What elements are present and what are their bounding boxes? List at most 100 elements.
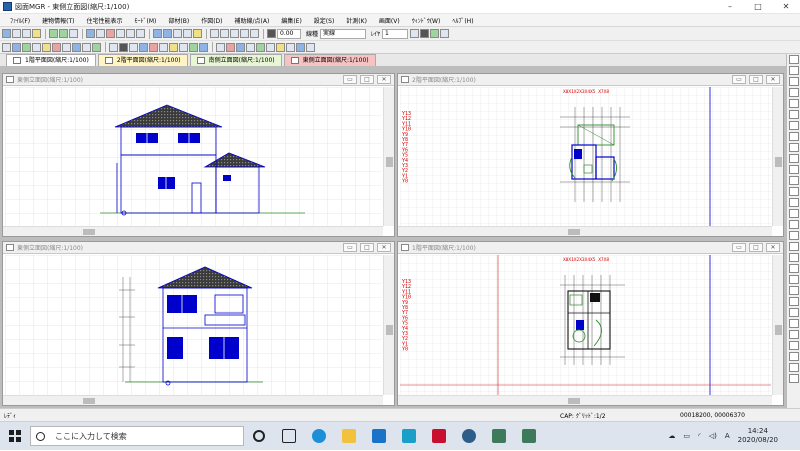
east-elevation-window-top[interactable]: 東側立面図(縮尺:1/100) ▭ □ ✕ — [2, 73, 395, 237]
drawing-canvas[interactable]: X0X1X2X3X4X5 X7X8 Y13 Y12 Y11 Y10 Y9 Y8 Y7 Y6 Y5… — [400, 255, 771, 395]
snap-icon[interactable] — [96, 29, 105, 38]
polyline-tool-icon[interactable] — [789, 77, 799, 86]
window-minimize-button[interactable]: ▭ — [343, 243, 357, 252]
bath-icon[interactable] — [179, 42, 188, 52]
room-icon[interactable] — [22, 42, 31, 52]
furniture-icon[interactable] — [159, 42, 168, 52]
window-close-button[interactable]: ✕ — [766, 75, 780, 84]
minimize-button[interactable]: – — [716, 0, 744, 14]
dimension-icon[interactable] — [129, 42, 138, 52]
house-icon[interactable] — [2, 42, 11, 52]
beam-icon[interactable] — [52, 42, 61, 52]
cortana-button[interactable] — [244, 422, 274, 451]
snap-tool-icon[interactable] — [789, 319, 799, 328]
zoom-in-icon[interactable] — [210, 29, 219, 38]
porch-icon[interactable] — [92, 42, 101, 52]
menu-item[interactable]: 設定(S) — [308, 16, 341, 25]
layer-color-icon[interactable] — [440, 29, 450, 38]
clock[interactable]: 14:24 2020/08/20 — [738, 427, 778, 445]
fillet-tool-icon[interactable] — [789, 165, 799, 174]
app-l-button[interactable] — [394, 422, 424, 451]
toilet-icon[interactable] — [189, 42, 198, 52]
ime-indicator[interactable]: A — [725, 432, 730, 440]
window-close-button[interactable]: ✕ — [377, 243, 391, 252]
layer-settings-icon[interactable] — [410, 29, 420, 38]
copy-icon[interactable] — [32, 29, 41, 38]
1f-plan-window[interactable]: 1階平面図(縮尺:1/100) ▭ □ ✕ X0X1X2X3X4X5 X7X8 … — [397, 241, 784, 406]
export-icon[interactable] — [306, 42, 315, 52]
vertical-scrollbar[interactable] — [383, 87, 394, 226]
tab-2f-plan[interactable]: 2階平面図(縮尺:1/100) — [97, 54, 188, 66]
door-part-icon[interactable] — [216, 42, 225, 52]
floor-icon[interactable] — [12, 42, 21, 52]
trim-tool-icon[interactable] — [789, 143, 799, 152]
hatch-tool-icon[interactable] — [789, 176, 799, 185]
leader-tool-icon[interactable] — [789, 209, 799, 218]
start-button[interactable] — [0, 422, 30, 451]
mgr-app-button[interactable] — [484, 422, 514, 451]
arc-tool-icon[interactable] — [789, 88, 799, 97]
horizontal-scrollbar[interactable] — [398, 226, 772, 236]
save-icon[interactable] — [12, 29, 21, 38]
pen-icon[interactable] — [267, 29, 276, 38]
undo-icon[interactable] — [49, 29, 58, 38]
menu-item[interactable]: 計測(K) — [340, 16, 373, 25]
window-close-button[interactable]: ✕ — [766, 243, 780, 252]
kitchen-icon[interactable] — [169, 42, 178, 52]
stair-icon[interactable] — [62, 42, 71, 52]
mcafee-button[interactable] — [424, 422, 454, 451]
balcony-icon[interactable] — [82, 42, 91, 52]
grid-tool-icon[interactable] — [789, 330, 799, 339]
menu-item[interactable]: 補助線/点(A) — [229, 16, 276, 25]
pan-tool-icon[interactable] — [789, 374, 799, 383]
zoom-out-icon[interactable] — [220, 29, 229, 38]
text-tool-icon[interactable] — [789, 187, 799, 196]
drawing-canvas[interactable]: X0X1X2X3X4X5 X7X8 Y13 Y12 Y11 Y10 Y9 Y8 Y7 Y6 Y5… — [400, 87, 771, 226]
line-width-field[interactable]: 0.00 — [277, 28, 301, 39]
erase-tool-icon[interactable] — [789, 242, 799, 251]
offset-tool-icon[interactable] — [789, 132, 799, 141]
section-view-icon[interactable] — [256, 42, 265, 52]
layer-tool-icon[interactable] — [789, 341, 799, 350]
wall-tool-icon[interactable] — [32, 42, 41, 52]
door-icon[interactable] — [126, 29, 135, 38]
menu-item[interactable]: 編集(E) — [275, 16, 307, 25]
line-type-select[interactable]: 実線 — [320, 28, 367, 39]
tab-south-elevation[interactable]: 南側立面図(縮尺:1/100) — [189, 54, 282, 66]
east-elevation-window-bottom[interactable]: 東側立面図(縮尺:1/100) ▭ □ ✕ — [2, 241, 395, 406]
mirror-icon[interactable] — [183, 29, 192, 38]
mgr-app-2-button[interactable] — [514, 422, 544, 451]
horizontal-scrollbar[interactable] — [3, 226, 383, 236]
2f-plan-window[interactable]: 2階平面図(縮尺:1/100) ▭ □ ✕ X0X1X2X3X4X5 X7X8 … — [397, 73, 784, 237]
explorer-button[interactable] — [334, 422, 364, 451]
horizontal-scrollbar[interactable] — [398, 395, 772, 405]
mirror-tool-icon[interactable] — [789, 297, 799, 306]
line-tool-icon[interactable] — [789, 55, 799, 64]
maximize-button[interactable]: □ — [744, 0, 772, 14]
drawing-canvas[interactable] — [5, 255, 382, 395]
zoom-tool-icon[interactable] — [789, 363, 799, 372]
dim-tool-icon[interactable] — [789, 198, 799, 207]
window-minimize-button[interactable]: ▭ — [732, 75, 746, 84]
3d-view-icon[interactable] — [266, 42, 275, 52]
menu-item[interactable]: 作図(D) — [195, 16, 228, 25]
shutter-icon[interactable] — [226, 42, 235, 52]
tab-east-elevation[interactable]: 東側立面図(縮尺:1/100) — [283, 54, 376, 66]
mail-button[interactable] — [364, 422, 394, 451]
drawing-canvas[interactable] — [5, 87, 382, 226]
menu-item[interactable]: ﾍﾙﾌﾟ(H) — [446, 16, 479, 25]
wall-icon[interactable] — [116, 29, 125, 38]
window-tool-icon[interactable] — [136, 29, 145, 38]
menu-item[interactable]: ｳｨﾝﾄﾞｳ(W) — [406, 16, 447, 25]
move-icon[interactable] — [163, 29, 172, 38]
window-maximize-button[interactable]: □ — [360, 243, 374, 252]
window-part-icon[interactable] — [199, 42, 208, 52]
vertical-scrollbar[interactable] — [772, 87, 783, 226]
menu-item[interactable]: 部材(B) — [162, 16, 195, 25]
window-minimize-button[interactable]: ▭ — [343, 75, 357, 84]
elevation-view-icon[interactable] — [246, 42, 255, 52]
area-icon[interactable] — [296, 42, 305, 52]
check-icon[interactable] — [276, 42, 285, 52]
column-icon[interactable] — [42, 42, 51, 52]
close-button[interactable]: ✕ — [772, 0, 800, 14]
